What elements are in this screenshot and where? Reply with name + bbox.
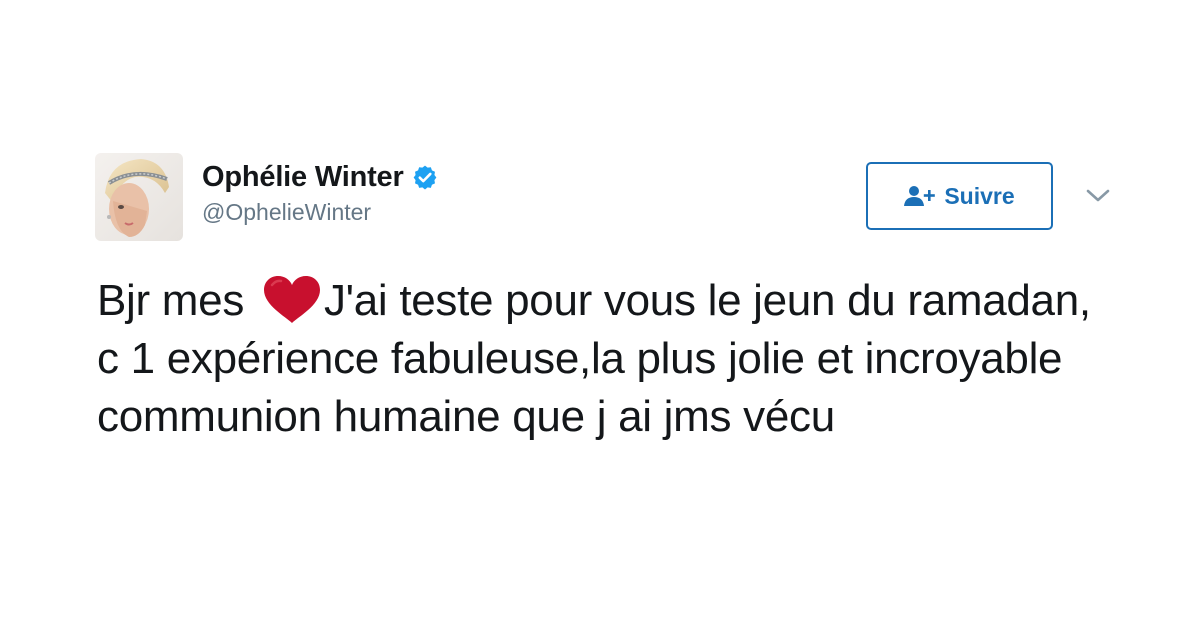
tweet-text: Bjr mes J'ai teste pour vous le jeun du … [97, 272, 1107, 446]
avatar[interactable] [95, 153, 183, 241]
tweet-text-start: Bjr mes [97, 276, 256, 325]
chevron-down-icon[interactable] [1085, 187, 1111, 205]
avatar-photo [95, 153, 183, 241]
display-name[interactable]: Ophélie Winter [202, 161, 404, 194]
red-heart-icon [262, 275, 322, 325]
user-info: Ophélie Winter @OphelieWinter [202, 155, 438, 226]
verified-badge-icon [412, 164, 438, 190]
display-name-row: Ophélie Winter [202, 155, 438, 199]
add-user-icon [904, 185, 938, 207]
follow-label: Suivre [944, 182, 1015, 209]
follow-button[interactable]: Suivre [866, 162, 1053, 230]
tweet-card: Ophélie Winter @OphelieWinter Suivre Bjr… [0, 0, 1200, 630]
user-handle[interactable]: @OphelieWinter [202, 199, 438, 226]
